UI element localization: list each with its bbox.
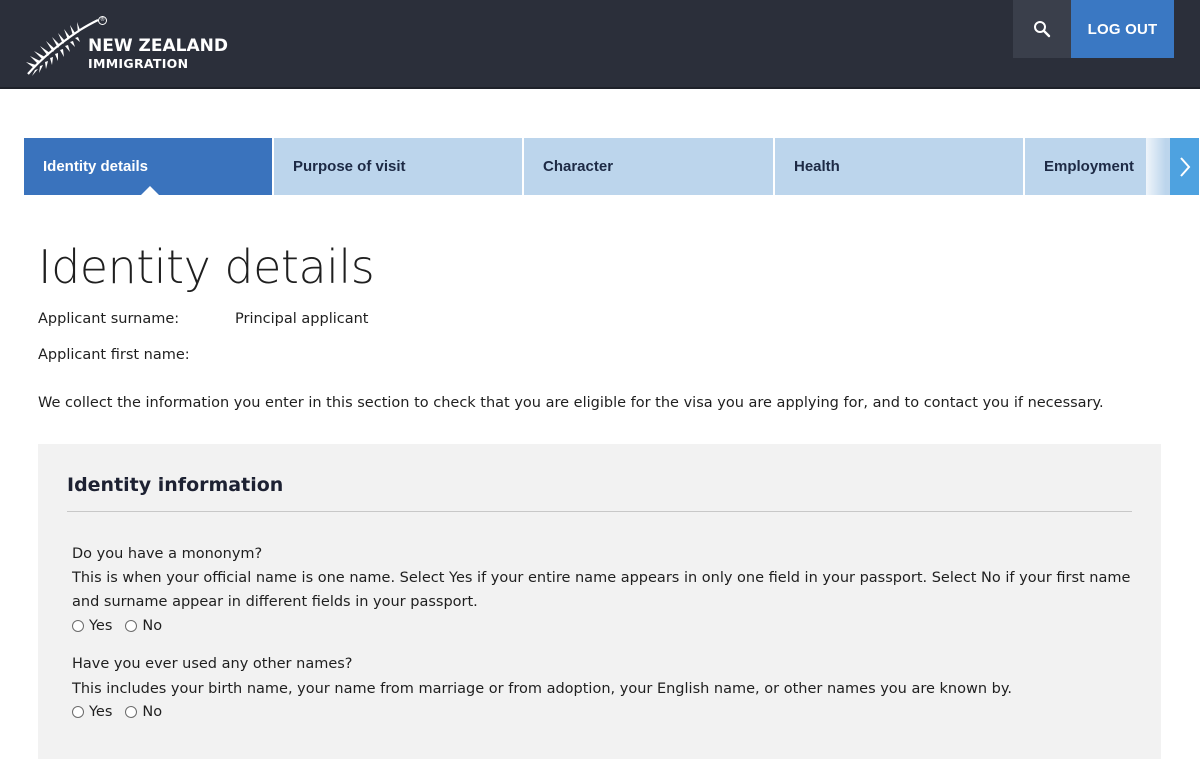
tab-purpose-of-visit[interactable]: Purpose of visit: [274, 138, 524, 195]
logout-button[interactable]: LOG OUT: [1071, 0, 1174, 58]
nz-immigration-logo[interactable]: ® NEW ZEALAND IMMIGRATION: [22, 14, 232, 78]
panel-title: Identity information: [67, 474, 284, 496]
logo-line-1: NEW ZEALAND: [88, 36, 228, 56]
page-title: Identity details: [38, 240, 375, 294]
surname-label: Applicant surname:: [38, 311, 180, 327]
tab-overflow-fade: [1140, 138, 1170, 195]
identity-information-panel: Identity information Do you have a monon…: [38, 444, 1161, 759]
chevron-right-icon: [1179, 156, 1190, 177]
first-name-label: Applicant first name:: [38, 347, 190, 363]
mononym-no-option[interactable]: No: [125, 618, 162, 634]
application-progress-tabs: Identity details Purpose of visit Charac…: [24, 138, 1199, 195]
site-header: ® NEW ZEALAND IMMIGRATION LOG OUT: [0, 0, 1200, 89]
mononym-question: Do you have a mononym?: [72, 546, 263, 562]
other-names-no-radio[interactable]: [125, 706, 138, 718]
other-names-help-text: This includes your birth name, your name…: [72, 681, 1012, 697]
tab-identity-details[interactable]: Identity details: [24, 138, 274, 195]
search-icon: [1034, 21, 1051, 38]
panel-divider: [67, 511, 1132, 512]
mononym-help-text: This is when your official name is one n…: [72, 570, 1131, 610]
section-intro-text: We collect the information you enter in …: [38, 395, 1104, 411]
other-names-yes-option[interactable]: Yes: [72, 704, 112, 720]
other-names-yes-radio[interactable]: [72, 706, 84, 718]
other-names-no-option[interactable]: No: [125, 704, 162, 720]
mononym-no-label: No: [142, 618, 163, 634]
tab-character[interactable]: Character: [524, 138, 775, 195]
search-button[interactable]: [1013, 0, 1071, 58]
mononym-radio-group: Yes No: [72, 618, 175, 634]
logo-text: NEW ZEALAND IMMIGRATION: [88, 38, 228, 71]
other-names-radio-group: Yes No: [72, 704, 175, 720]
mononym-yes-option[interactable]: Yes: [72, 618, 112, 634]
surname-value: Principal applicant: [235, 311, 369, 327]
mononym-no-radio[interactable]: [125, 620, 138, 632]
tab-health[interactable]: Health: [775, 138, 1025, 195]
registered-mark: ®: [98, 16, 107, 25]
other-names-no-label: No: [142, 704, 163, 720]
mononym-yes-radio[interactable]: [72, 620, 84, 632]
tabs-next-button[interactable]: [1170, 138, 1199, 195]
logo-line-2: IMMIGRATION: [88, 56, 189, 71]
other-names-question: Have you ever used any other names?: [72, 656, 353, 672]
tab-employment[interactable]: Employment: [1025, 138, 1146, 195]
other-names-yes-label: Yes: [89, 704, 113, 720]
mononym-yes-label: Yes: [89, 618, 113, 634]
